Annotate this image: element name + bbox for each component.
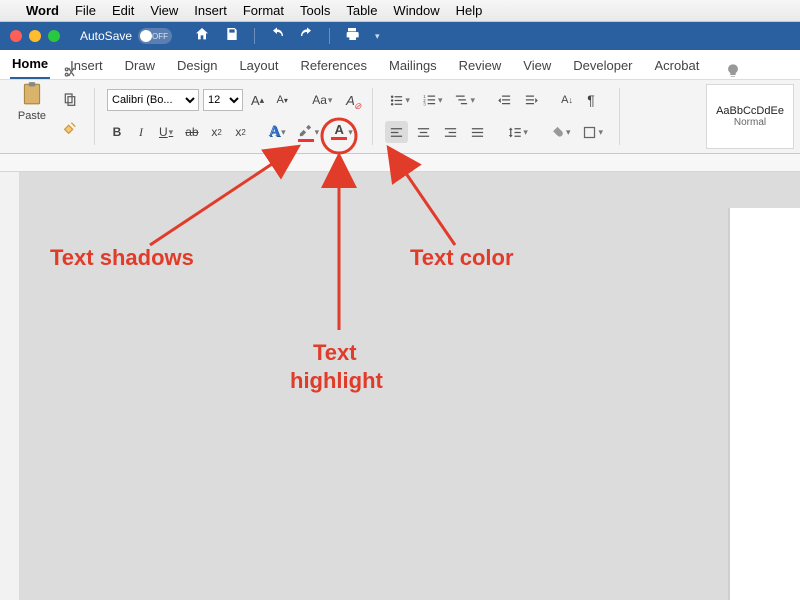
window-titlebar: AutoSave OFF ▾ [0, 22, 800, 50]
numbering-icon[interactable]: 123▾ [418, 89, 447, 111]
text-effects-button[interactable]: A▾ [265, 121, 290, 143]
vertical-ruler[interactable] [0, 172, 20, 600]
borders-icon[interactable]: ▾ [578, 121, 607, 143]
group-font: Calibri (Bo... 12 A▴ A▾ Aa▾ A⊘ B I U▾ ab… [103, 84, 364, 149]
menu-edit[interactable]: Edit [112, 3, 134, 18]
bold-button[interactable]: B [107, 121, 127, 143]
align-left-icon[interactable] [385, 121, 408, 143]
tell-me-icon[interactable] [725, 63, 741, 79]
change-case-icon[interactable]: Aa▾ [308, 89, 336, 111]
bullets-icon[interactable]: ▾ [385, 89, 414, 111]
font-size-select[interactable]: 12 [203, 89, 243, 111]
grow-font-icon[interactable]: A▴ [247, 89, 268, 111]
line-spacing-icon[interactable]: ▾ [503, 121, 532, 143]
clipboard-side [58, 61, 82, 139]
ribbon-tabs: Home Insert Draw Design Layout Reference… [0, 50, 800, 80]
autosave-switch[interactable]: OFF [138, 28, 172, 44]
switch-knob [140, 30, 152, 42]
copy-icon[interactable] [58, 89, 82, 111]
minimize-window-button[interactable] [29, 30, 41, 42]
font-color-button[interactable]: A▾ [327, 121, 357, 143]
menubar-app[interactable]: Word [26, 3, 59, 18]
document-workspace [0, 172, 800, 600]
justify-icon[interactable] [466, 121, 489, 143]
document-page[interactable] [730, 208, 800, 600]
cut-icon[interactable] [58, 61, 82, 83]
shading-icon[interactable]: ▾ [546, 121, 575, 143]
tab-mailings[interactable]: Mailings [387, 52, 439, 79]
menu-view[interactable]: View [150, 3, 178, 18]
tab-review[interactable]: Review [457, 52, 504, 79]
menu-help[interactable]: Help [456, 3, 483, 18]
zoom-window-button[interactable] [48, 30, 60, 42]
print-icon[interactable] [344, 26, 360, 47]
sort-icon[interactable]: A↓ [557, 89, 577, 111]
redo-icon[interactable] [299, 26, 315, 47]
decrease-indent-icon[interactable] [493, 89, 516, 111]
tab-view[interactable]: View [521, 52, 553, 79]
tab-layout[interactable]: Layout [237, 52, 280, 79]
clear-formatting-icon[interactable]: A⊘ [340, 89, 360, 111]
menu-table[interactable]: Table [346, 3, 377, 18]
group-divider [94, 88, 95, 145]
svg-text:3: 3 [423, 101, 426, 106]
style-sample: AaBbCcDdEe [716, 105, 784, 117]
format-painter-icon[interactable] [58, 117, 82, 139]
paste-label: Paste [18, 110, 46, 122]
toolbar-more-icon[interactable]: ▾ [375, 31, 380, 42]
toolbar-separator [329, 28, 330, 44]
traffic-lights [10, 30, 60, 42]
subscript-button[interactable]: x2 [207, 121, 227, 143]
menu-window[interactable]: Window [393, 3, 439, 18]
text-highlight-button[interactable]: ▾ [294, 121, 324, 143]
toolbar-separator [254, 28, 255, 44]
multilevel-list-icon[interactable]: ▾ [450, 89, 479, 111]
group-clipboard: Paste [6, 84, 86, 149]
font-name-select[interactable]: Calibri (Bo... [107, 89, 199, 111]
styles-gallery[interactable]: AaBbCcDdEe Normal [706, 84, 794, 149]
mac-menubar: Word File Edit View Insert Format Tools … [0, 0, 800, 22]
style-name: Normal [734, 117, 766, 128]
home-icon[interactable] [194, 26, 210, 47]
autosave-off-text: OFF [152, 32, 168, 41]
tab-draw[interactable]: Draw [123, 52, 157, 79]
menu-insert[interactable]: Insert [194, 3, 227, 18]
menu-format[interactable]: Format [243, 3, 284, 18]
show-marks-icon[interactable]: ¶ [581, 89, 601, 111]
ribbon: Paste Calibri (Bo... 12 A▴ A▾ Aa▾ A⊘ B I… [0, 80, 800, 154]
tab-references[interactable]: References [299, 52, 369, 79]
strikethrough-button[interactable]: ab [181, 121, 202, 143]
quick-access-toolbar: ▾ [194, 26, 380, 47]
close-window-button[interactable] [10, 30, 22, 42]
superscript-button[interactable]: x2 [231, 121, 251, 143]
save-icon[interactable] [224, 26, 240, 47]
horizontal-ruler[interactable] [0, 154, 800, 172]
menu-tools[interactable]: Tools [300, 3, 330, 18]
autosave-label: AutoSave [80, 29, 132, 43]
italic-button[interactable]: I [131, 121, 151, 143]
menu-file[interactable]: File [75, 3, 96, 18]
autosave-toggle[interactable]: AutoSave OFF [80, 28, 172, 44]
shrink-font-icon[interactable]: A▾ [272, 89, 292, 111]
tab-developer[interactable]: Developer [571, 52, 634, 79]
tab-acrobat[interactable]: Acrobat [653, 52, 702, 79]
group-divider [619, 88, 620, 145]
undo-icon[interactable] [269, 26, 285, 47]
align-right-icon[interactable] [439, 121, 462, 143]
align-center-icon[interactable] [412, 121, 435, 143]
group-paragraph: ▾ 123▾ ▾ A↓ ¶ ▾ ▾ ▾ [381, 84, 611, 149]
paste-button[interactable]: Paste [10, 68, 54, 132]
underline-button[interactable]: U▾ [155, 121, 177, 143]
group-divider [372, 88, 373, 145]
tab-design[interactable]: Design [175, 52, 219, 79]
increase-indent-icon[interactable] [520, 89, 543, 111]
